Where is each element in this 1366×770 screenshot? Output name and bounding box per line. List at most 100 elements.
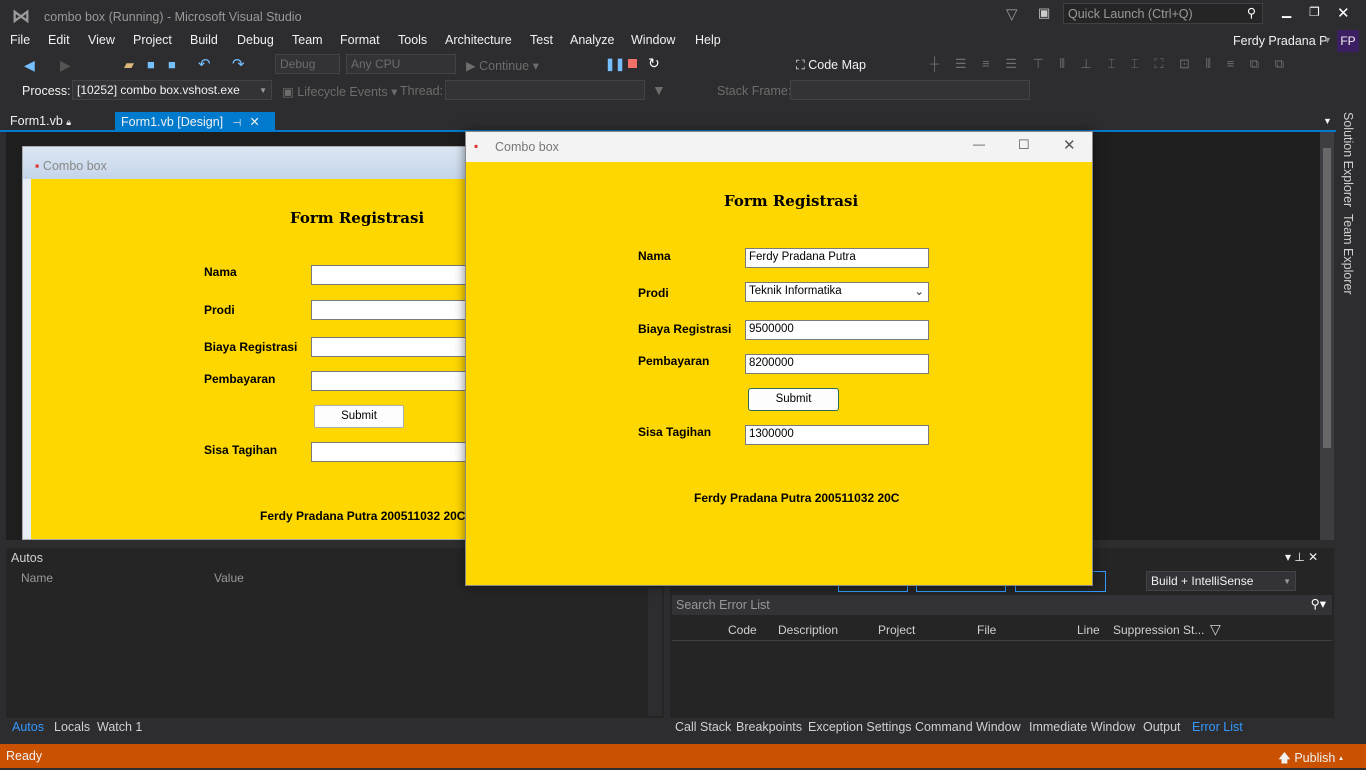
autos-col-name[interactable]: Name — [21, 571, 53, 585]
menu-build[interactable]: Build — [190, 33, 218, 47]
tab-immediate-window[interactable]: Immediate Window — [1029, 720, 1135, 734]
col-description[interactable]: Description — [778, 623, 838, 637]
nama-input[interactable]: Ferdy Pradana Putra — [745, 248, 929, 268]
solution-config-select[interactable]: Debug — [275, 54, 340, 74]
account-name[interactable]: Ferdy Pradana P — [1233, 34, 1328, 48]
column-filter-icon[interactable]: ▽ — [1210, 621, 1221, 638]
col-suppression[interactable]: Suppression St... — [1113, 623, 1204, 637]
col-code[interactable]: Code — [728, 623, 757, 637]
tab-call-stack[interactable]: Call Stack — [675, 720, 731, 734]
panel-controls[interactable]: ▾ ⊥ ✕ — [1285, 550, 1318, 564]
menu-file[interactable]: File — [10, 33, 30, 47]
autos-scrollbar[interactable] — [648, 588, 662, 716]
close-button[interactable]: ✕ — [1337, 4, 1350, 22]
notification-filter-icon[interactable]: ▽ — [1006, 5, 1018, 23]
design-biaya-input[interactable] — [311, 337, 471, 357]
tab-overflow-icon[interactable]: ▼ — [1323, 116, 1332, 126]
error-scope-select[interactable]: Build + IntelliSense ▼ — [1146, 571, 1296, 591]
tab-breakpoints[interactable]: Breakpoints — [736, 720, 802, 734]
menu-tools[interactable]: Tools — [398, 33, 427, 47]
sisa-tagihan-input[interactable]: 1300000 — [745, 425, 929, 445]
save-icon[interactable]: ■ — [147, 57, 155, 72]
menu-architecture[interactable]: Architecture — [445, 33, 512, 47]
menu-team[interactable]: Team — [292, 33, 323, 47]
pin-icon[interactable]: ⊣ — [233, 118, 242, 129]
avatar[interactable]: FP — [1337, 30, 1359, 52]
design-label-biaya: Biaya Registrasi — [204, 340, 298, 354]
tab-output[interactable]: Output — [1143, 720, 1181, 734]
stop-icon[interactable] — [628, 59, 637, 68]
platform-select[interactable]: Any CPU — [346, 54, 456, 74]
menu-view[interactable]: View — [88, 33, 115, 47]
menu-window[interactable]: Window — [631, 33, 675, 47]
forward-icon[interactable]: ▶ — [60, 57, 71, 74]
tab-exception-settings[interactable]: Exception Settings — [808, 720, 912, 734]
feedback-icon[interactable]: ▣ — [1038, 5, 1050, 21]
open-folder-icon[interactable]: ▰ — [124, 57, 134, 73]
continue-button[interactable]: ▶ Continue ▾ — [466, 58, 539, 73]
menu-format[interactable]: Format — [340, 33, 380, 47]
col-line[interactable]: Line — [1077, 623, 1100, 637]
thread-label: Thread: — [400, 84, 444, 98]
biaya-registrasi-input[interactable]: 9500000 — [745, 320, 929, 340]
menu-analyze[interactable]: Analyze — [570, 33, 614, 47]
restart-icon[interactable]: ↻ — [648, 55, 660, 72]
scope-value: Build + IntelliSense — [1151, 574, 1254, 588]
autos-col-value[interactable]: Value — [214, 571, 244, 585]
quick-launch-input[interactable]: Quick Launch (Ctrl+Q) ⚲ — [1063, 3, 1263, 24]
design-submit-button[interactable]: Submit — [314, 405, 404, 428]
tab-error-list[interactable]: Error List — [1192, 720, 1243, 734]
vs-logo-icon: ⋈ — [12, 6, 30, 26]
code-map-button[interactable]: ⛶ Code Map — [796, 58, 866, 73]
tab-form1-design[interactable]: Form1.vb [Design] ⊣ ✕ — [115, 112, 275, 131]
side-tab-solution-explorer[interactable]: Solution Explorer — [1341, 112, 1355, 207]
design-label-sisa: Sisa Tagihan — [204, 443, 278, 457]
menu-debug[interactable]: Debug — [237, 33, 274, 47]
form-maximize-button[interactable]: ☐ — [1018, 137, 1030, 153]
form-minimize-button[interactable]: — — [973, 137, 985, 151]
menu-edit[interactable]: Edit — [48, 33, 70, 47]
menu-test[interactable]: Test — [530, 33, 553, 47]
tab-label: Form1.vb [Design] — [121, 115, 224, 129]
back-icon[interactable]: ◀ — [24, 57, 35, 74]
running-form-window[interactable]: ▪ Combo box — ☐ ✕ Form Registrasi Nama P… — [465, 131, 1093, 586]
error-list-header: Code Description Project File Line Suppr… — [672, 619, 1332, 641]
thread-select[interactable] — [445, 80, 645, 100]
chevron-down-icon[interactable]: ⌄ — [914, 284, 924, 298]
save-all-icon[interactable]: ■ — [168, 57, 176, 72]
design-prodi-combo[interactable] — [311, 300, 471, 320]
minimize-button[interactable]: ▁ — [1282, 4, 1291, 18]
design-nama-input[interactable] — [311, 265, 471, 285]
form-close-button[interactable]: ✕ — [1063, 136, 1076, 154]
pembayaran-input[interactable]: 8200000 — [745, 354, 929, 374]
side-tab-team-explorer[interactable]: Team Explorer — [1341, 214, 1355, 295]
prodi-combo[interactable]: Teknik Informatika ⌄ — [745, 282, 929, 302]
design-form[interactable]: ▪ Combo box Form Registrasi Nama Prodi B… — [22, 146, 472, 540]
submit-button[interactable]: Submit — [748, 388, 839, 411]
publish-button[interactable]: 🡅 Publish ▴ — [1278, 749, 1343, 770]
designer-scrollbar[interactable] — [1320, 132, 1334, 540]
tab-command-window[interactable]: Command Window — [915, 720, 1021, 734]
design-pembayaran-input[interactable] — [311, 371, 471, 391]
col-file[interactable]: File — [977, 623, 996, 637]
redo-icon[interactable]: ↷ — [232, 55, 245, 73]
account-chevron-icon[interactable]: ▼ — [1323, 35, 1332, 45]
menu-help[interactable]: Help — [695, 33, 721, 47]
continue-label: Continue — [479, 59, 530, 73]
error-search-input[interactable]: Search Error List ⚲▾ — [672, 595, 1332, 615]
lifecycle-events-button[interactable]: ▣ Lifecycle Events ▾ — [282, 84, 397, 99]
pause-icon[interactable]: ❚❚ — [605, 57, 625, 71]
tab-form1-vb[interactable]: Form1.vb 🔒︎ — [4, 112, 77, 130]
restore-button[interactable]: ❐ — [1309, 5, 1320, 19]
filter-icon[interactable]: ▼ — [652, 82, 666, 98]
design-label-pembayaran: Pembayaran — [204, 372, 276, 386]
design-footer: Ferdy Pradana Putra 200511032 20C — [260, 509, 466, 523]
undo-icon[interactable]: ↶ — [198, 55, 211, 73]
process-select[interactable]: [10252] combo box.vshost.exe ▼ — [72, 80, 272, 100]
stack-frame-select[interactable] — [790, 80, 1030, 100]
close-tab-icon[interactable]: ✕ — [249, 115, 259, 129]
design-sisa-input[interactable] — [311, 442, 471, 462]
prodi-value: Teknik Informatika — [749, 285, 842, 297]
menu-project[interactable]: Project — [133, 33, 172, 47]
col-project[interactable]: Project — [878, 623, 915, 637]
